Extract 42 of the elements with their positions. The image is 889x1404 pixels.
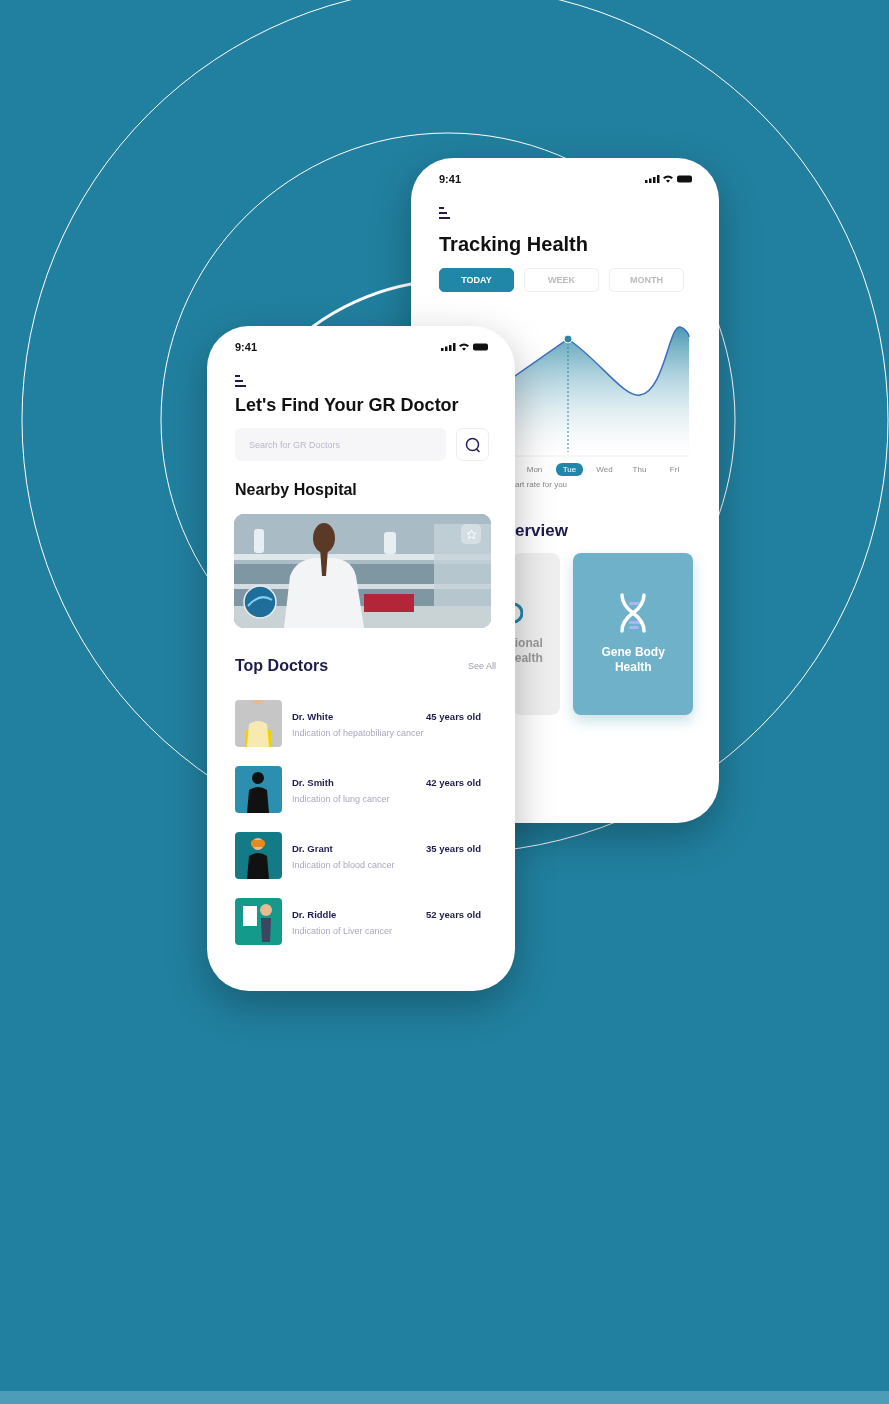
search-icon <box>464 436 481 453</box>
section-title: erview <box>515 521 569 541</box>
day-chip[interactable]: Wed <box>591 463 618 476</box>
day-chip[interactable]: Mon <box>521 463 548 476</box>
period-tab[interactable]: WEEK <box>524 268 599 292</box>
star-icon <box>465 528 477 540</box>
doctor-age: 52 years old <box>426 909 481 920</box>
doctor-age: 42 years old <box>426 777 481 788</box>
status-icons <box>441 342 489 352</box>
doctor-indication: Indication of hepatobiliary cancer <box>292 728 425 738</box>
doctor-name: Dr. White <box>292 711 334 722</box>
doctor-indication: Indication of lung cancer <box>292 794 391 804</box>
health-card[interactable]: Gene Body Health <box>573 553 693 715</box>
menu-icon[interactable] <box>235 375 246 387</box>
see-all-link[interactable]: See All <box>467 661 496 671</box>
status-time: 9:41 <box>439 173 462 185</box>
screen-title: Let's Find Your GR Doctor <box>235 395 460 416</box>
doctor-age: 35 years old <box>426 843 481 854</box>
day-chip[interactable]: Tue <box>556 463 583 476</box>
day-chip[interactable]: Fri <box>661 463 688 476</box>
menu-icon[interactable] <box>439 207 450 219</box>
ring-icon <box>513 602 523 624</box>
status-icons <box>645 174 693 184</box>
dna-icon <box>619 593 648 633</box>
card-label: ional ealth <box>514 636 544 666</box>
doctor-name: Dr. Smith <box>292 777 334 788</box>
screen-title: Tracking Health <box>439 233 589 256</box>
period-tab[interactable]: TODAY <box>439 268 514 292</box>
section-title: Top Doctors <box>235 657 329 675</box>
doctor-name: Dr. Riddle <box>292 909 337 920</box>
search-button[interactable] <box>456 428 489 461</box>
chart-caption: art rate for you <box>515 480 569 489</box>
doctor-indication: Indication of blood cancer <box>292 860 396 870</box>
section-title: Nearby Hospital <box>235 481 358 499</box>
status-time: 9:41 <box>235 341 258 353</box>
period-tab[interactable]: MONTH <box>609 268 684 292</box>
card-label: Gene Body Health <box>600 645 666 675</box>
doctor-age: 45 years old <box>426 711 481 722</box>
doctor-name: Dr. Grant <box>292 843 333 854</box>
day-chip[interactable]: Thu <box>626 463 653 476</box>
doctor-indication: Indication of Liver cancer <box>292 926 394 936</box>
health-card[interactable]: ional ealth <box>513 553 561 715</box>
